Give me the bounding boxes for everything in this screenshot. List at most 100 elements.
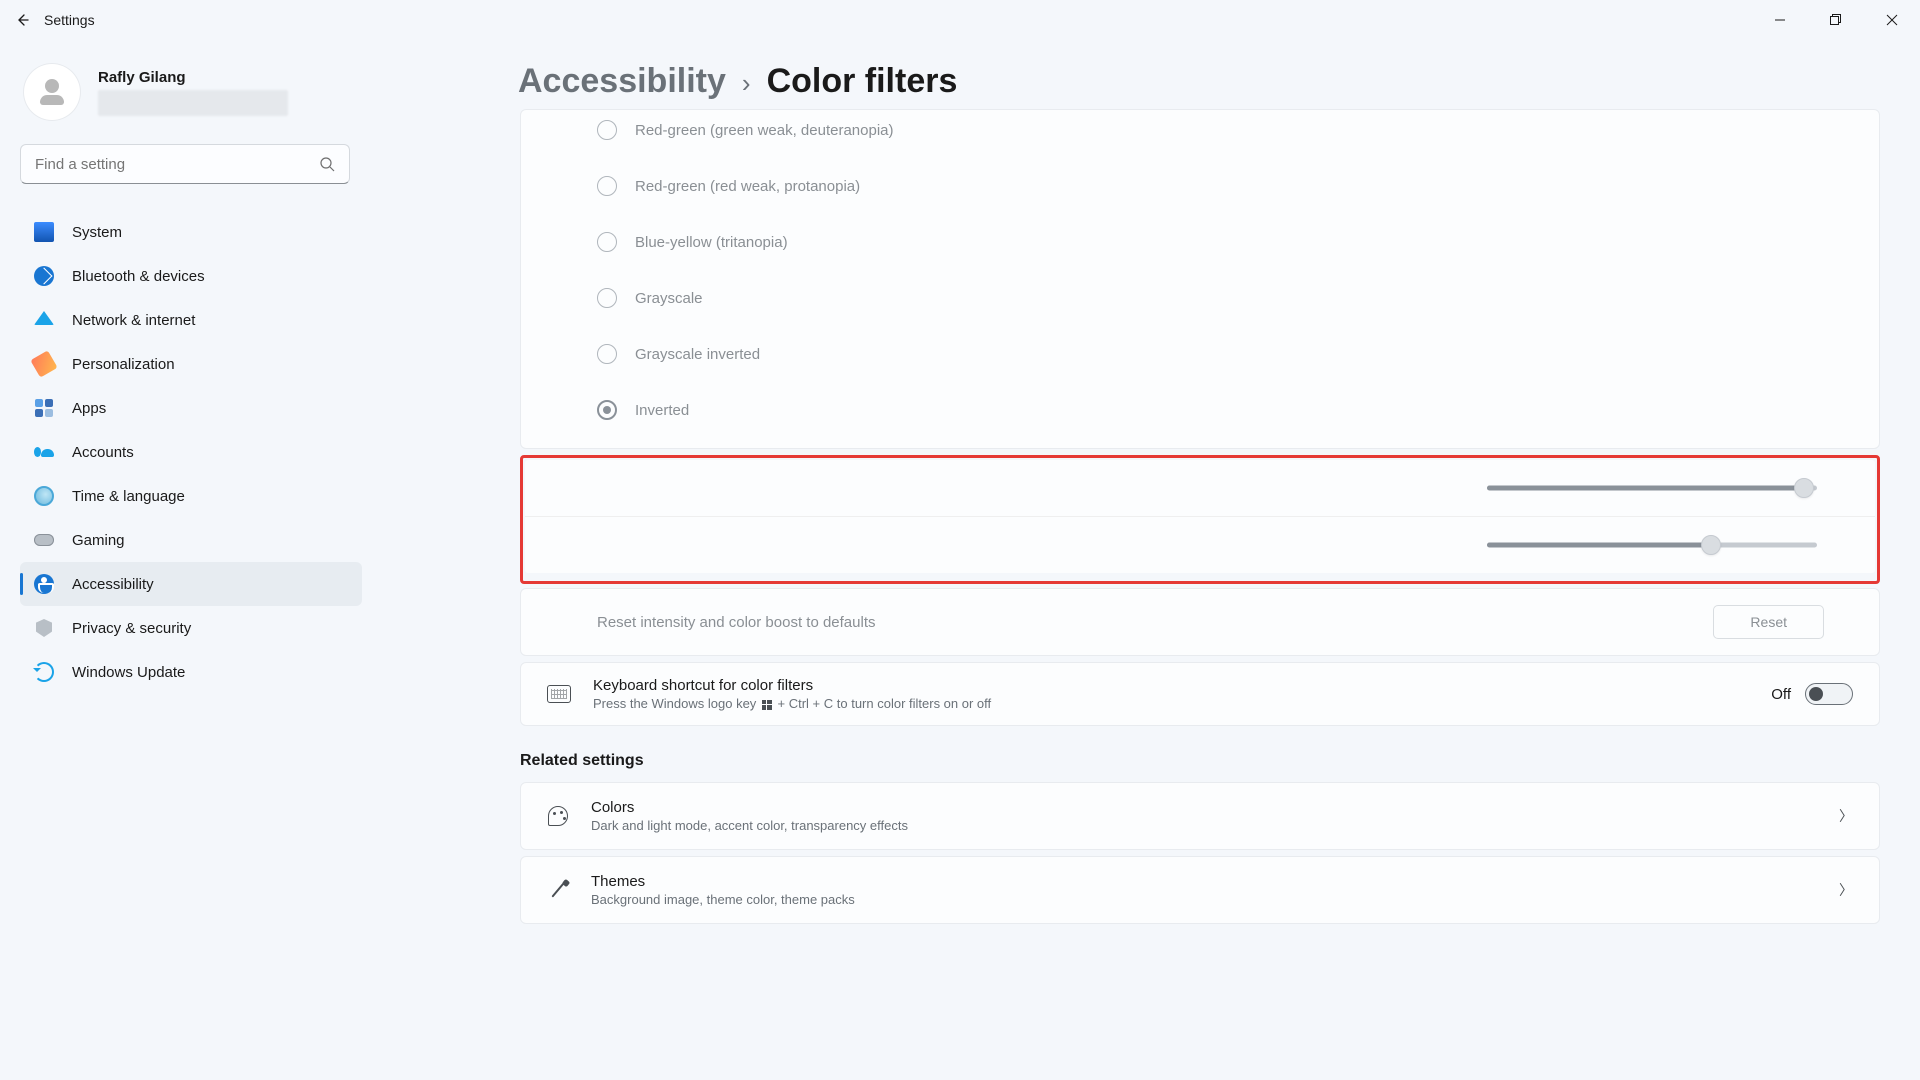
color-boost-slider-row bbox=[525, 516, 1875, 573]
search-icon bbox=[319, 156, 335, 172]
brush-icon bbox=[30, 350, 57, 377]
apps-icon bbox=[34, 398, 54, 418]
maximize-button[interactable] bbox=[1808, 0, 1864, 40]
user-block[interactable]: Rafly Gilang bbox=[0, 52, 370, 144]
chevron-right-icon: › bbox=[742, 68, 751, 99]
color-boost-slider[interactable] bbox=[1487, 535, 1817, 555]
nav-network[interactable]: Network & internet bbox=[20, 298, 362, 342]
reset-card: Reset intensity and color boost to defau… bbox=[520, 588, 1880, 656]
nav-gaming[interactable]: Gaming bbox=[20, 518, 362, 562]
display-icon bbox=[34, 222, 54, 242]
update-icon bbox=[34, 662, 54, 682]
person-icon bbox=[37, 77, 67, 107]
intensity-slider[interactable] bbox=[1487, 478, 1817, 498]
radio-icon bbox=[597, 232, 617, 252]
filter-option-inverted[interactable]: Inverted bbox=[521, 382, 1879, 438]
breadcrumb-parent[interactable]: Accessibility bbox=[518, 62, 726, 101]
nav-label: Accounts bbox=[72, 444, 134, 461]
window-title: Settings bbox=[44, 12, 95, 28]
shortcut-sub-suffix: + Ctrl + C to turn color filters on or o… bbox=[774, 696, 991, 711]
bluetooth-icon bbox=[34, 266, 54, 286]
filter-option-tritanopia[interactable]: Blue-yellow (tritanopia) bbox=[521, 214, 1879, 270]
chevron-right-icon: 〉 bbox=[1839, 880, 1853, 900]
radio-label: Grayscale bbox=[635, 290, 703, 307]
user-email-redacted bbox=[98, 90, 288, 116]
search-box[interactable] bbox=[20, 144, 350, 184]
radio-label: Red-green (red weak, protanopia) bbox=[635, 178, 860, 195]
nav-label: Personalization bbox=[72, 356, 175, 373]
person-icon bbox=[34, 442, 54, 462]
related-settings-heading: Related settings bbox=[520, 752, 1880, 770]
nav-list: System Bluetooth & devices Network & int… bbox=[0, 204, 370, 694]
nav-accounts[interactable]: Accounts bbox=[20, 430, 362, 474]
nav-label: Network & internet bbox=[72, 312, 195, 329]
search-input[interactable] bbox=[35, 156, 319, 173]
avatar bbox=[24, 64, 80, 120]
nav-label: Privacy & security bbox=[72, 620, 191, 637]
nav-label: Windows Update bbox=[72, 664, 185, 681]
nav-apps[interactable]: Apps bbox=[20, 386, 362, 430]
shortcut-sub-prefix: Press the Windows logo key bbox=[593, 696, 760, 711]
nav-label: Accessibility bbox=[72, 576, 154, 593]
filter-option-deuteranopia[interactable]: Red-green (green weak, deuteranopia) bbox=[521, 110, 1879, 158]
related-themes-card[interactable]: Themes Background image, theme color, th… bbox=[520, 856, 1880, 924]
close-button[interactable] bbox=[1864, 0, 1920, 40]
nav-label: Time & language bbox=[72, 488, 185, 505]
windows-logo-icon bbox=[762, 700, 772, 710]
reset-button[interactable]: Reset bbox=[1713, 605, 1824, 639]
slider-thumb[interactable] bbox=[1701, 535, 1721, 555]
radio-label: Red-green (green weak, deuteranopia) bbox=[635, 122, 894, 139]
radio-label: Grayscale inverted bbox=[635, 346, 760, 363]
palette-icon bbox=[547, 805, 569, 827]
radio-icon bbox=[597, 344, 617, 364]
nav-bluetooth[interactable]: Bluetooth & devices bbox=[20, 254, 362, 298]
filter-option-grayscale[interactable]: Grayscale bbox=[521, 270, 1879, 326]
shortcut-title: Keyboard shortcut for color filters bbox=[593, 677, 991, 694]
link-subtitle: Background image, theme color, theme pac… bbox=[591, 892, 855, 907]
chevron-right-icon: 〉 bbox=[1839, 806, 1853, 826]
nav-update[interactable]: Windows Update bbox=[20, 650, 362, 694]
slider-thumb[interactable] bbox=[1794, 478, 1814, 498]
radio-label: Blue-yellow (tritanopia) bbox=[635, 234, 788, 251]
radio-label: Inverted bbox=[635, 402, 689, 419]
nav-accessibility[interactable]: Accessibility bbox=[20, 562, 362, 606]
nav-time[interactable]: Time & language bbox=[20, 474, 362, 518]
nav-system[interactable]: System bbox=[20, 210, 362, 254]
link-title: Colors bbox=[591, 799, 908, 816]
radio-icon bbox=[597, 176, 617, 196]
brush-icon bbox=[547, 879, 569, 901]
reset-label: Reset intensity and color boost to defau… bbox=[597, 614, 876, 631]
nav-personalization[interactable]: Personalization bbox=[20, 342, 362, 386]
keyboard-icon bbox=[547, 685, 571, 703]
nav-privacy[interactable]: Privacy & security bbox=[20, 606, 362, 650]
radio-icon bbox=[597, 400, 617, 420]
radio-icon bbox=[597, 288, 617, 308]
filter-option-protanopia[interactable]: Red-green (red weak, protanopia) bbox=[521, 158, 1879, 214]
intensity-slider-row bbox=[525, 460, 1875, 516]
main-content: Accessibility › Color filters Red-green … bbox=[370, 40, 1920, 1080]
nav-label: System bbox=[72, 224, 122, 241]
filter-option-grayscale-inverted[interactable]: Grayscale inverted bbox=[521, 326, 1879, 382]
nav-label: Apps bbox=[72, 400, 106, 417]
color-filter-options-card: Red-green (green weak, deuteranopia) Red… bbox=[520, 109, 1880, 449]
sidebar: Rafly Gilang System Bluetooth & devices … bbox=[0, 40, 370, 1080]
link-title: Themes bbox=[591, 873, 855, 890]
shield-icon bbox=[34, 618, 54, 638]
related-colors-card[interactable]: Colors Dark and light mode, accent color… bbox=[520, 782, 1880, 850]
nav-label: Bluetooth & devices bbox=[72, 268, 205, 285]
globe-icon bbox=[34, 486, 54, 506]
user-name: Rafly Gilang bbox=[98, 69, 288, 86]
highlight-annotation bbox=[520, 455, 1880, 584]
gamepad-icon bbox=[34, 530, 54, 550]
back-button[interactable] bbox=[8, 6, 36, 34]
breadcrumb: Accessibility › Color filters bbox=[518, 40, 1880, 109]
shortcut-toggle[interactable] bbox=[1805, 683, 1853, 705]
wifi-icon bbox=[34, 310, 54, 330]
link-subtitle: Dark and light mode, accent color, trans… bbox=[591, 818, 908, 833]
keyboard-shortcut-card: Keyboard shortcut for color filters Pres… bbox=[520, 662, 1880, 726]
nav-label: Gaming bbox=[72, 532, 125, 549]
toggle-state-label: Off bbox=[1771, 686, 1791, 703]
minimize-button[interactable] bbox=[1752, 0, 1808, 40]
window-controls bbox=[1752, 0, 1920, 40]
title-bar: Settings bbox=[0, 0, 1920, 40]
